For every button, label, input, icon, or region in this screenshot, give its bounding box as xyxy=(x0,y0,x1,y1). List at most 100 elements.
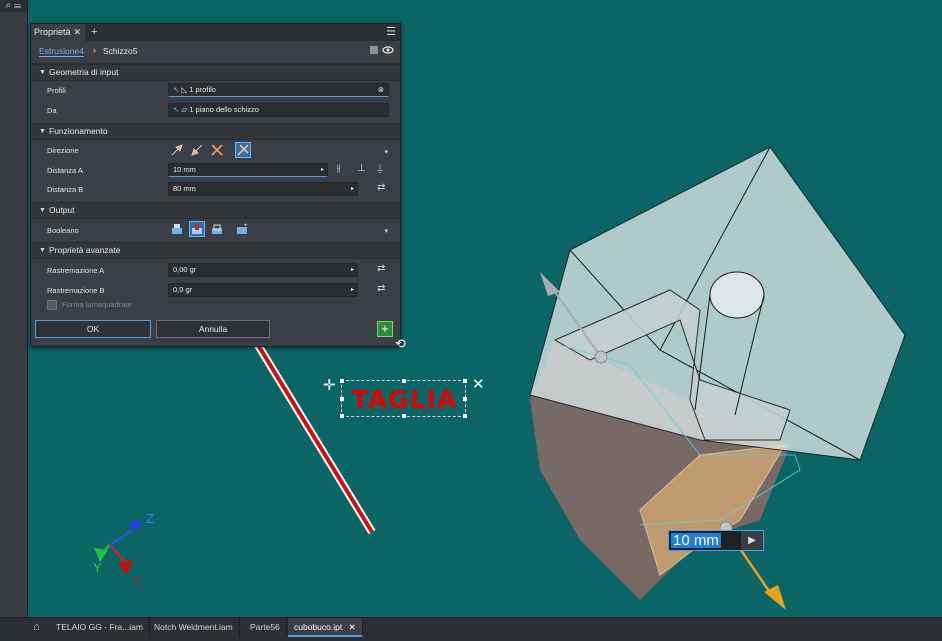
chevron-down-icon: ▼ xyxy=(39,128,46,135)
annotation-text-box[interactable]: TAGLIA xyxy=(340,379,467,418)
chevron-down-icon: ▼ xyxy=(39,207,46,214)
direction-symmetric-icon[interactable] xyxy=(210,143,224,157)
cursor-icon: ↖ xyxy=(173,85,180,94)
chevron-down-icon: ▼ xyxy=(39,247,46,254)
resize-handle[interactable] xyxy=(402,414,406,418)
dimension-value[interactable]: 10 mm xyxy=(671,533,721,548)
panel-menu-icon[interactable]: ☰ xyxy=(386,24,396,41)
resize-handle[interactable] xyxy=(340,379,344,383)
profiles-value: 1 profilo xyxy=(189,85,216,94)
document-tab-bar: ⌂ TELAIO GG - Fra...iam Notch Weldment.i… xyxy=(0,617,942,641)
doc-tab-label: cubobuco.ipt xyxy=(294,622,343,632)
doc-tab-parte56[interactable]: Parte56 xyxy=(244,618,287,637)
eye-icon[interactable] xyxy=(382,45,394,55)
thru-all-icon[interactable]: ⫲ xyxy=(337,163,340,174)
add-tab-icon[interactable]: + xyxy=(91,24,97,41)
boolean-join-icon[interactable] xyxy=(170,222,184,236)
svg-text:+: + xyxy=(244,223,248,229)
to-face-icon[interactable]: ⊥ xyxy=(357,163,366,174)
resize-handle[interactable] xyxy=(463,379,467,383)
breadcrumb-separator: › xyxy=(93,45,96,55)
match-shape-checkbox[interactable] xyxy=(47,300,57,310)
distance-a-input[interactable]: 10 mm ▸ xyxy=(168,163,328,177)
direction-asymmetric-icon[interactable] xyxy=(235,142,251,158)
cancel-button[interactable]: Annulla xyxy=(156,320,270,338)
doc-tab-cubobuco[interactable]: cubobuco.ipt ✕ xyxy=(288,618,363,637)
from-value: 1 piano dello schizzo xyxy=(189,105,259,114)
tab-close-icon[interactable]: ✕ xyxy=(73,24,81,41)
preset-icon[interactable] xyxy=(369,45,379,55)
section-advanced[interactable]: ▼ Proprietà avanzate xyxy=(31,242,400,259)
breadcrumb-feature[interactable]: Estrusione4 xyxy=(39,46,84,57)
side-strip-icons[interactable]: ⌕ ☰ xyxy=(0,0,27,12)
distance-a-label: Distanza A xyxy=(47,166,83,175)
annotation-text: TAGLIA xyxy=(351,385,458,414)
direction-flipped-icon[interactable] xyxy=(190,143,204,157)
left-side-strip: ⌕ ☰ xyxy=(0,0,28,617)
direction-default-icon[interactable] xyxy=(170,143,184,157)
triad-y-label: Y xyxy=(93,560,102,575)
direction-dropdown-icon[interactable]: ▾ xyxy=(384,148,388,156)
home-icon[interactable]: ⌂ xyxy=(33,621,40,633)
section-behavior-title: Funzionamento xyxy=(49,126,108,136)
taper-a-link-icon[interactable]: ⇄ xyxy=(377,263,385,274)
profiles-selector[interactable]: ↖ ◺ 1 profilo ⊗ xyxy=(168,83,389,97)
resize-handle[interactable] xyxy=(402,379,406,383)
doc-tab-close-icon[interactable]: ✕ xyxy=(349,622,356,632)
resize-handle[interactable] xyxy=(463,414,467,418)
taper-a-value: 0,00 gr xyxy=(173,265,197,274)
rotate-icon[interactable]: ⟲ xyxy=(395,336,406,352)
properties-panel: Proprietà ✕ + ☰ Estrusione4 › Schizzo5 ▼… xyxy=(30,23,401,347)
direction-arrow-head xyxy=(540,272,560,296)
clear-selection-icon[interactable]: ⊗ xyxy=(378,84,384,96)
taper-a-input[interactable]: 0,00 gr ▸ xyxy=(168,263,358,277)
ok-button[interactable]: OK xyxy=(35,320,151,338)
triad-x-cone xyxy=(118,560,134,575)
chevron-down-icon: ▼ xyxy=(39,69,46,76)
distance-b-value: 80 mm xyxy=(173,184,196,193)
section-input-geometry[interactable]: ▼ Geometria di input xyxy=(31,64,400,81)
boolean-cut-icon[interactable] xyxy=(189,221,205,237)
distance-b-link-icon[interactable]: ⇄ xyxy=(377,182,385,193)
tab-properties[interactable]: Proprietà ✕ xyxy=(31,24,85,41)
from-selector[interactable]: ↖ ▱ 1 piano dello schizzo xyxy=(168,103,389,117)
boolean-label: Booleano xyxy=(47,226,79,235)
section-behavior[interactable]: ▼ Funzionamento xyxy=(31,123,400,140)
section-output-title: Output xyxy=(49,205,75,215)
breadcrumb-sketch[interactable]: Schizzo5 xyxy=(103,46,138,56)
doc-tab-notch-weldment[interactable]: Notch Weldment.iam xyxy=(148,618,240,637)
distance-b-input[interactable]: 80 mm ▸ xyxy=(168,182,358,196)
doc-tab-telaio[interactable]: TELAIO GG - Fra...iam xyxy=(50,618,150,637)
to-next-icon[interactable]: ⍊ xyxy=(377,163,383,174)
boolean-dropdown-icon[interactable]: ▾ xyxy=(384,227,388,235)
dimension-arrow-icon[interactable]: ▶ xyxy=(741,531,763,550)
resize-handle[interactable] xyxy=(340,414,344,418)
apply-add-button[interactable]: + xyxy=(377,321,393,337)
boolean-intersect-icon[interactable] xyxy=(210,222,224,236)
boolean-new-solid-icon[interactable]: + xyxy=(235,222,249,236)
section-input-geometry-title: Geometria di input xyxy=(49,67,119,77)
direction-arrow-handle[interactable] xyxy=(594,350,608,364)
resize-handle[interactable] xyxy=(463,397,467,401)
visibility-icons[interactable] xyxy=(369,45,394,57)
taper-b-label: Rastremazione B xyxy=(47,286,105,295)
doc-tab-label: Parte56 xyxy=(250,622,280,632)
triad-z-cone xyxy=(128,520,143,532)
taper-a-arrow-icon[interactable]: ▸ xyxy=(351,264,354,276)
resize-handle[interactable] xyxy=(340,397,344,401)
cursor-icon: ↖ xyxy=(173,105,180,114)
distance-a-arrow-icon[interactable]: ▸ xyxy=(321,164,324,176)
section-advanced-title: Proprietà avanzate xyxy=(49,245,121,255)
taper-b-arrow-icon[interactable]: ▸ xyxy=(351,284,354,296)
section-output[interactable]: ▼ Output xyxy=(31,202,400,219)
dimension-input[interactable]: 10 mm ▶ xyxy=(668,530,764,551)
doc-tab-label: TELAIO GG - Fra...iam xyxy=(56,622,143,632)
tab-properties-label: Proprietà xyxy=(34,27,71,37)
distance-b-arrow-icon[interactable]: ▸ xyxy=(351,183,354,195)
close-icon[interactable]: ✕ xyxy=(472,375,485,393)
taper-b-link-icon[interactable]: ⇄ xyxy=(377,283,385,294)
plane-icon: ▱ xyxy=(181,105,188,114)
move-icon[interactable]: ✛ xyxy=(323,376,336,394)
taper-b-input[interactable]: 0,0 gr ▸ xyxy=(168,283,358,297)
panel-tab-bar: Proprietà ✕ + ☰ xyxy=(31,24,400,41)
